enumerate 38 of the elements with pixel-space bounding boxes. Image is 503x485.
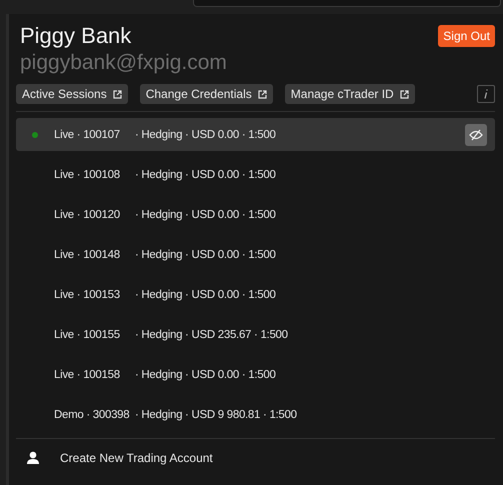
account-row[interactable]: Live · 100107 · Hedging · USD 0.00 · 1:500 (16, 118, 495, 151)
account-row[interactable]: Live · 100155 · Hedging · USD 235.67 · 1:500 (16, 318, 495, 351)
account-row[interactable]: Live · 100158 · Hedging · USD 0.00 · 1:500 (16, 358, 495, 391)
account-number: Live · 100120 (54, 208, 121, 220)
external-link-button[interactable]: Change Credentials (140, 84, 273, 104)
account-number: Live · 100108 (54, 168, 121, 180)
account-number: Live · 100148 (54, 248, 121, 260)
user-email: piggybank@fxpig.com (20, 50, 227, 76)
account-details: · Hedging · USD 0.00 · 1:500 (135, 368, 276, 380)
account-number: Live · 100153 (54, 288, 121, 300)
account-details: · Hedging · USD 0.00 · 1:500 (135, 128, 276, 140)
account-row[interactable]: Live · 100120 · Hedging · USD 0.00 · 1:500 (16, 198, 495, 231)
account-row[interactable]: Demo · 300398 · Hedging · USD 9 980.81 · 1:500 (16, 398, 495, 431)
account-details: · Hedging · USD 0.00 · 1:500 (135, 248, 276, 260)
account-row[interactable]: Live · 100108 · Hedging · USD 0.00 · 1:500 (16, 158, 495, 191)
user-icon (26, 451, 40, 465)
create-account-link[interactable]: Create New Trading Account (60, 451, 213, 465)
account-details: · Hedging · USD 0.00 · 1:500 (135, 208, 276, 220)
account-number: Live · 100158 (54, 368, 121, 380)
account-row[interactable]: Live · 100148 · Hedging · USD 0.00 · 1:500 (16, 238, 495, 271)
external-link-icon (112, 90, 122, 98)
account-details: · Hedging · USD 9 980.81 · 1:500 (135, 408, 297, 420)
account-row[interactable]: Live · 100153 · Hedging · USD 0.00 · 1:500 (16, 278, 495, 311)
account-details: · Hedging · USD 0.00 · 1:500 (135, 288, 276, 300)
account-details: · Hedging · USD 235.67 · 1:500 (135, 328, 288, 340)
account-details: · Hedging · USD 0.00 · 1:500 (135, 168, 276, 180)
hide-button[interactable] (465, 124, 487, 146)
active-dot (32, 132, 38, 138)
external-link-button[interactable]: Manage cTrader ID (284, 84, 415, 104)
user-name: Piggy Bank (20, 22, 132, 50)
external-link-icon (258, 90, 267, 98)
account-number: Live · 100155 (54, 328, 121, 340)
eye-slash-icon (469, 128, 483, 140)
external-link-button[interactable]: Active Sessions (16, 84, 128, 104)
info-button[interactable] (477, 85, 495, 103)
account-number: Demo · 300398 (54, 408, 130, 420)
external-link-icon (400, 90, 409, 98)
account-number: Live · 100107 (54, 128, 121, 140)
